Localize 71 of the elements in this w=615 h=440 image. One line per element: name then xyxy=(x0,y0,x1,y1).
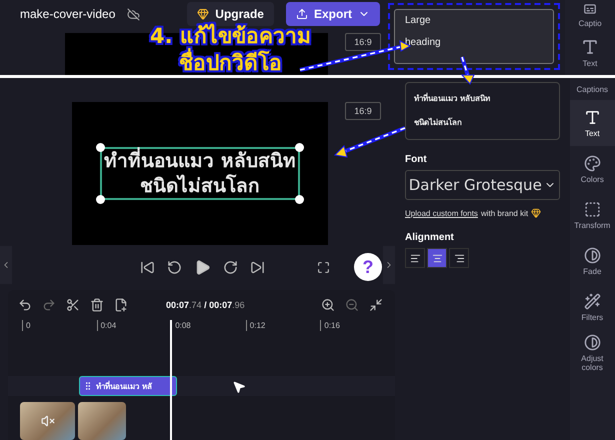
rail-tab[interactable]: Text xyxy=(565,30,615,75)
upload-icon xyxy=(296,8,308,20)
diamond-icon xyxy=(197,8,210,20)
fit-icon[interactable] xyxy=(369,298,383,312)
text-icon xyxy=(584,108,601,126)
muted-speaker-icon xyxy=(40,414,54,428)
ruler-label: 0:12 xyxy=(246,320,320,331)
canvas-heading-text: ทำที่นอนแมว หลับสนิท ชนิดไม่สนโลก xyxy=(104,148,296,198)
section-label: Font xyxy=(405,154,428,165)
palette-icon xyxy=(584,154,601,172)
align-right-icon xyxy=(454,252,464,264)
resize-handle[interactable] xyxy=(294,142,304,152)
rail-tab[interactable]: Captio xyxy=(565,0,615,30)
clip-label: ทำที่นอนแมว หลั xyxy=(96,380,152,392)
ruler-label: 0 xyxy=(22,320,97,331)
add-file-icon[interactable] xyxy=(114,298,128,312)
dashed-square-icon xyxy=(584,200,601,218)
resize-handle[interactable] xyxy=(96,195,106,204)
forward-icon[interactable] xyxy=(223,260,238,274)
mouse-pointer-icon xyxy=(232,380,246,394)
skip-forward-icon[interactable] xyxy=(250,260,265,274)
callout-text: 4. แก้ไขข้อความ xyxy=(150,23,311,48)
text-clip[interactable]: ทำที่นอนแมว หลั xyxy=(79,376,177,396)
diamond-icon xyxy=(531,208,542,218)
resize-handle[interactable] xyxy=(96,142,106,152)
text-input-field[interactable]: ทำที่นอนแมว หลับสนิท ชนิดไม่สนโลก xyxy=(405,82,560,140)
resize-handle[interactable] xyxy=(294,195,304,204)
half-circle-icon xyxy=(584,246,601,264)
text-icon xyxy=(581,38,599,56)
rail-tab[interactable]: Adjust colors xyxy=(570,330,615,376)
aspect-ratio-button[interactable]: 16:9 xyxy=(345,102,381,120)
rail-tab[interactable]: Fade xyxy=(570,238,615,284)
captions-icon xyxy=(583,2,597,16)
playback-time: 00:07.74 / 00:07.96 xyxy=(166,300,245,310)
zoom-in-icon[interactable] xyxy=(321,298,335,312)
contrast-icon xyxy=(584,334,601,351)
video-thumbnail[interactable] xyxy=(20,402,75,440)
redo-icon[interactable] xyxy=(42,298,56,312)
text-input-field[interactable]: Large heading xyxy=(394,9,554,64)
help-button[interactable]: ? xyxy=(354,253,382,281)
section-label: Alignment xyxy=(405,232,455,243)
cloud-off-icon xyxy=(127,8,140,20)
zoom-out-icon[interactable] xyxy=(345,298,359,312)
play-icon[interactable] xyxy=(194,258,211,276)
align-button[interactable] xyxy=(405,248,425,268)
fullscreen-icon[interactable] xyxy=(317,260,330,274)
undo-icon[interactable] xyxy=(18,298,32,312)
skip-back-icon[interactable] xyxy=(140,260,155,274)
magic-wand-icon xyxy=(584,292,601,310)
align-button[interactable] xyxy=(427,248,447,268)
aspect-ratio-button[interactable]: 16:9 xyxy=(345,33,381,51)
align-button[interactable] xyxy=(449,248,469,268)
font-dropdown[interactable]: Darker Grotesque xyxy=(405,170,560,200)
rewind-icon[interactable] xyxy=(167,260,182,274)
rail-tab[interactable]: Colors xyxy=(570,146,615,192)
ruler-label: 0:16 xyxy=(320,320,395,331)
upload-fonts-link[interactable]: Upload custom fonts xyxy=(405,208,478,218)
align-left-icon xyxy=(410,252,420,264)
rail-tab[interactable]: Transform xyxy=(570,192,615,238)
align-center-icon xyxy=(432,252,442,264)
grip-icon xyxy=(83,381,93,391)
trash-icon[interactable] xyxy=(90,298,104,312)
rail-tab[interactable]: Text xyxy=(570,100,615,146)
rail-tab[interactable]: Captions xyxy=(570,78,615,100)
project-title: make-cover-video xyxy=(20,7,116,21)
export-button[interactable]: Export xyxy=(286,2,380,26)
callout-text: ชื่อปกวิดีโอ xyxy=(178,50,282,77)
rail-tab[interactable]: Filters xyxy=(570,284,615,330)
link-suffix-text: with brand kit xyxy=(480,208,528,218)
video-thumbnail[interactable] xyxy=(78,402,126,440)
scissors-icon[interactable] xyxy=(66,298,80,312)
